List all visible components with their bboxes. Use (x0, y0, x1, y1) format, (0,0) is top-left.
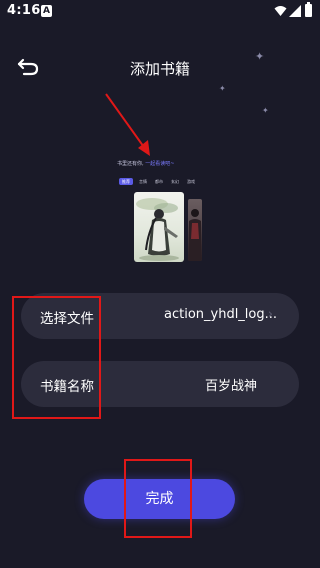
signal-icon (289, 5, 301, 17)
chevron-right-icon: › (267, 307, 273, 322)
sparkle-icon: ✦ (219, 84, 226, 93)
annotation-box (12, 296, 101, 419)
page-title: 添加书籍 (129, 60, 190, 78)
preview-slogan-highlight: 一起看读吧~ (145, 161, 175, 167)
status-time: 4:16 (7, 3, 41, 18)
preview-tab: 玄幻 (171, 179, 179, 184)
selected-file-name: action_yhdl_log... (164, 307, 278, 322)
preview-tab: 游戏 (187, 179, 195, 184)
preview-tab: 都市 (155, 179, 163, 184)
preview-slogan: 书里还有你, 一起看读吧~ (117, 160, 174, 167)
sparkle-icon: ✦ (262, 106, 269, 115)
book-cover-image (134, 192, 184, 262)
preview-tab: 推荐 (119, 178, 133, 185)
wifi-icon (274, 6, 287, 16)
book-cover-image (188, 199, 202, 261)
status-bar: 4:16 A (0, 0, 320, 24)
annotation-arrow (105, 93, 150, 156)
add-book-screen: 4:16 A ✦ ✦ ✦ 添加书籍 书里还有你, 一起看读吧~ 推荐 言情 都市… (0, 0, 320, 568)
book-name-value[interactable]: 百岁战神 (205, 375, 257, 394)
cover-illustration (188, 209, 202, 261)
cover-illustration (136, 198, 179, 261)
annotation-box (124, 459, 192, 538)
preview-tab: 言情 (139, 179, 147, 184)
notification-badge-icon: A (41, 5, 52, 17)
preview-slogan-text: 书里还有你, (117, 161, 144, 167)
battery-icon (305, 2, 312, 17)
